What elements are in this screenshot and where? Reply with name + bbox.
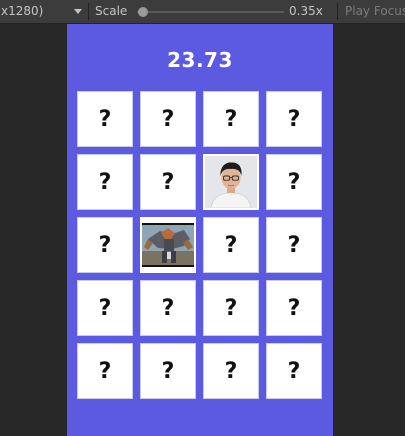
card-question-mark: ?: [161, 169, 175, 195]
card-question-mark: ?: [161, 358, 175, 384]
chevron-down-icon[interactable]: [74, 9, 82, 14]
scale-label: Scale: [95, 4, 128, 18]
card-question-mark: ?: [98, 106, 112, 132]
card-question-mark: ?: [224, 232, 238, 258]
game-canvas: 23.73 ? ? ? ? ? ? ? ? ? ? ? ? ? ? ? ? ? …: [67, 24, 333, 436]
robot-photo-icon: [142, 219, 194, 271]
card-hidden[interactable]: ?: [77, 154, 133, 210]
card-question-mark: ?: [224, 295, 238, 321]
scale-slider-track[interactable]: [137, 11, 284, 13]
card-revealed-portrait[interactable]: [203, 154, 259, 210]
card-question-mark: ?: [224, 106, 238, 132]
scale-value: 0.35x: [289, 4, 323, 18]
card-hidden[interactable]: ?: [140, 91, 196, 147]
portrait-photo-icon: [205, 156, 257, 208]
card-question-mark: ?: [224, 358, 238, 384]
card-question-mark: ?: [287, 169, 301, 195]
game-view-toolbar: x1280) Scale 0.35x Play Focus: [0, 0, 405, 24]
card-hidden[interactable]: ?: [77, 91, 133, 147]
card-question-mark: ?: [98, 232, 112, 258]
card-question-mark: ?: [161, 106, 175, 132]
card-question-mark: ?: [98, 358, 112, 384]
card-question-mark: ?: [287, 106, 301, 132]
card-hidden[interactable]: ?: [266, 91, 322, 147]
card-hidden[interactable]: ?: [203, 217, 259, 273]
card-hidden[interactable]: ?: [266, 154, 322, 210]
card-hidden[interactable]: ?: [203, 343, 259, 399]
card-question-mark: ?: [287, 232, 301, 258]
card-question-mark: ?: [98, 295, 112, 321]
card-hidden[interactable]: ?: [140, 343, 196, 399]
play-focus-dropdown[interactable]: Play Focus: [345, 0, 405, 23]
timer-display: 23.73: [167, 48, 233, 72]
toolbar-divider: [88, 3, 89, 20]
card-hidden[interactable]: ?: [266, 343, 322, 399]
scale-slider-thumb[interactable]: [138, 7, 148, 17]
toolbar-divider: [337, 3, 338, 20]
card-question-mark: ?: [287, 295, 301, 321]
card-question-mark: ?: [161, 295, 175, 321]
card-hidden[interactable]: ?: [266, 280, 322, 336]
card-hidden[interactable]: ?: [140, 154, 196, 210]
card-hidden[interactable]: ?: [77, 280, 133, 336]
card-hidden[interactable]: ?: [266, 217, 322, 273]
card-hidden[interactable]: ?: [77, 217, 133, 273]
card-hidden[interactable]: ?: [140, 280, 196, 336]
card-hidden[interactable]: ?: [203, 91, 259, 147]
card-question-mark: ?: [98, 169, 112, 195]
card-question-mark: ?: [287, 358, 301, 384]
card-revealed-robot[interactable]: [140, 217, 196, 273]
card-hidden[interactable]: ?: [203, 280, 259, 336]
resolution-dropdown[interactable]: x1280): [0, 0, 43, 23]
card-hidden[interactable]: ?: [77, 343, 133, 399]
